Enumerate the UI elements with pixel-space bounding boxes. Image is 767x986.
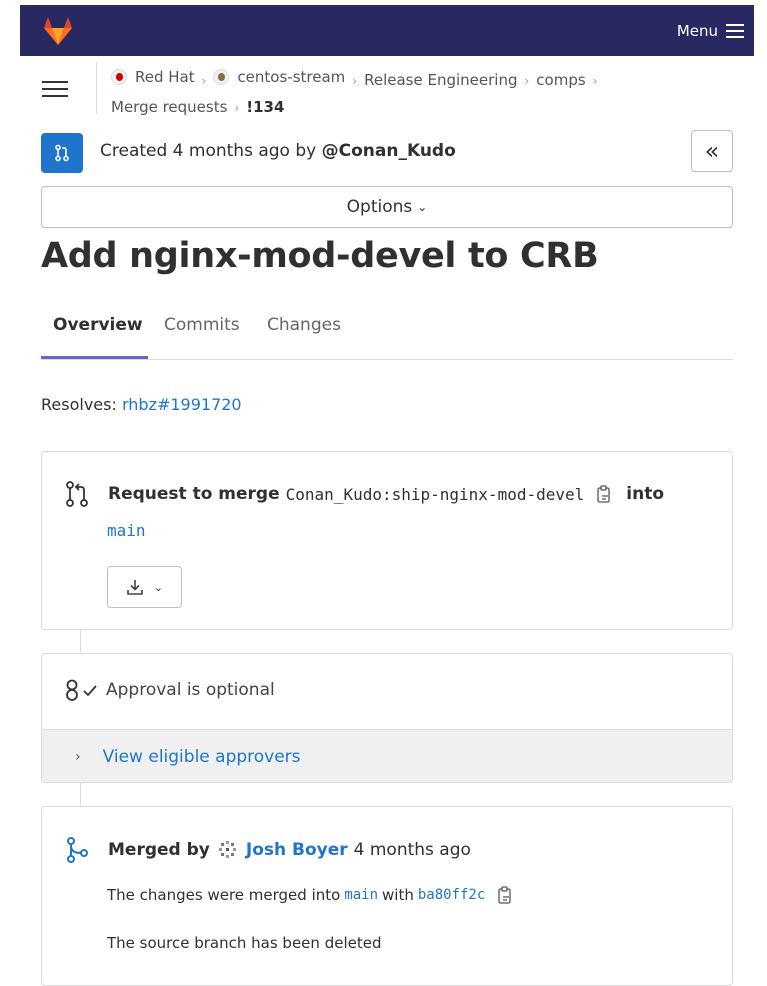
approval-check-icon (64, 678, 100, 702)
chevron-down-icon: ⌄ (417, 200, 428, 214)
into-label: into (626, 484, 665, 504)
breadcrumb: Red Hat › centos-stream › Release Engineerin… (111, 64, 671, 121)
breadcrumb-release-engineering[interactable]: Release Engineering (364, 67, 517, 93)
breadcrumb-redhat[interactable]: Red Hat (111, 64, 195, 90)
timeline-connector (80, 783, 81, 806)
merged-time: 4 months ago (353, 840, 471, 860)
tab-commits[interactable]: Commits (152, 300, 252, 359)
breadcrumb-divider (96, 62, 97, 114)
breadcrumb-comps[interactable]: comps (536, 67, 585, 93)
tab-changes[interactable]: Changes (255, 300, 353, 359)
tab-overview[interactable]: Overview (41, 300, 148, 359)
approval-widget: Approval is optional › View eligible app… (41, 653, 733, 783)
double-chevron-left-icon: « (704, 137, 720, 165)
chevron-right-icon: › (234, 101, 240, 115)
download-dropdown-button[interactable]: ⌄ (107, 566, 182, 608)
chevron-right-icon: › (524, 74, 530, 88)
merged-status-badge (41, 133, 83, 173)
approval-status: Approval is optional (106, 680, 275, 700)
copy-clipboard-icon[interactable] (596, 485, 612, 503)
merged-widget: Merged by Josh Boyer 4 months ago The ch… (41, 806, 733, 986)
git-merge-icon (64, 481, 90, 507)
chevron-down-icon: ⌄ (153, 580, 164, 594)
created-info: Created 4 months ago by @Conan_Kudo (100, 141, 456, 161)
download-icon (127, 580, 143, 595)
view-approvers-toggle[interactable]: › View eligible approvers (42, 729, 732, 782)
source-branch-deleted-text: The source branch has been deleted (107, 934, 382, 952)
menu-label: Menu (676, 21, 718, 40)
merged-by-row: Merged by Josh Boyer 4 months ago (64, 837, 471, 863)
author-link[interactable]: @Conan_Kudo (322, 141, 456, 161)
centos-avatar-icon (213, 69, 230, 85)
merged-into-line: The changes were merged into main with b… (107, 886, 527, 904)
merge-commit-link[interactable]: ba80ff2c (418, 887, 485, 903)
gitlab-logo-icon[interactable] (40, 16, 76, 46)
chevron-right-icon: › (201, 74, 207, 88)
bugzilla-link[interactable]: rhbz#1991720 (122, 395, 242, 414)
merge-request-row: Request to merge Conan_Kudo:ship-nginx-m… (64, 481, 670, 507)
hamburger-icon (726, 23, 744, 38)
breadcrumb-merge-requests[interactable]: Merge requests (111, 94, 227, 120)
copy-clipboard-icon[interactable] (497, 886, 513, 904)
page-title: Add nginx-mod-devel to CRB (41, 236, 599, 276)
mr-description: Resolves: rhbz#1991720 (41, 395, 242, 414)
user-avatar-icon[interactable] (218, 840, 238, 860)
sidebar-toggle-icon[interactable] (42, 81, 68, 99)
target-branch-link[interactable]: main (107, 521, 146, 540)
options-dropdown[interactable]: Options ⌄ (41, 186, 733, 228)
chevron-right-icon: › (352, 74, 358, 88)
source-branch: Conan_Kudo:ship-nginx-mod-devel (285, 484, 585, 504)
breadcrumb-centos-stream[interactable]: centos-stream (213, 64, 345, 90)
request-to-merge-label: Request to merge (108, 484, 280, 504)
approval-row: Approval is optional (64, 678, 275, 702)
mr-tabs: Overview Commits Changes (41, 300, 733, 360)
top-navbar: Menu (20, 5, 754, 56)
menu-button[interactable]: Menu (677, 22, 744, 40)
merge-request-icon (55, 144, 69, 162)
view-approvers-link[interactable]: View eligible approvers (103, 747, 301, 767)
timeline-connector (80, 630, 81, 653)
merge-status-icon (64, 837, 90, 863)
breadcrumb-mr-id[interactable]: !134 (246, 94, 284, 120)
collapse-sidebar-button[interactable]: « (691, 130, 733, 172)
merged-branch-link[interactable]: main (344, 887, 378, 903)
redhat-avatar-icon (111, 69, 127, 85)
merged-by-user-link[interactable]: Josh Boyer (246, 840, 348, 860)
merged-by-label: Merged by (108, 840, 210, 860)
chevron-right-icon: › (592, 74, 598, 88)
chevron-right-icon: › (75, 749, 81, 765)
merge-info-widget: Request to merge Conan_Kudo:ship-nginx-m… (41, 451, 733, 630)
